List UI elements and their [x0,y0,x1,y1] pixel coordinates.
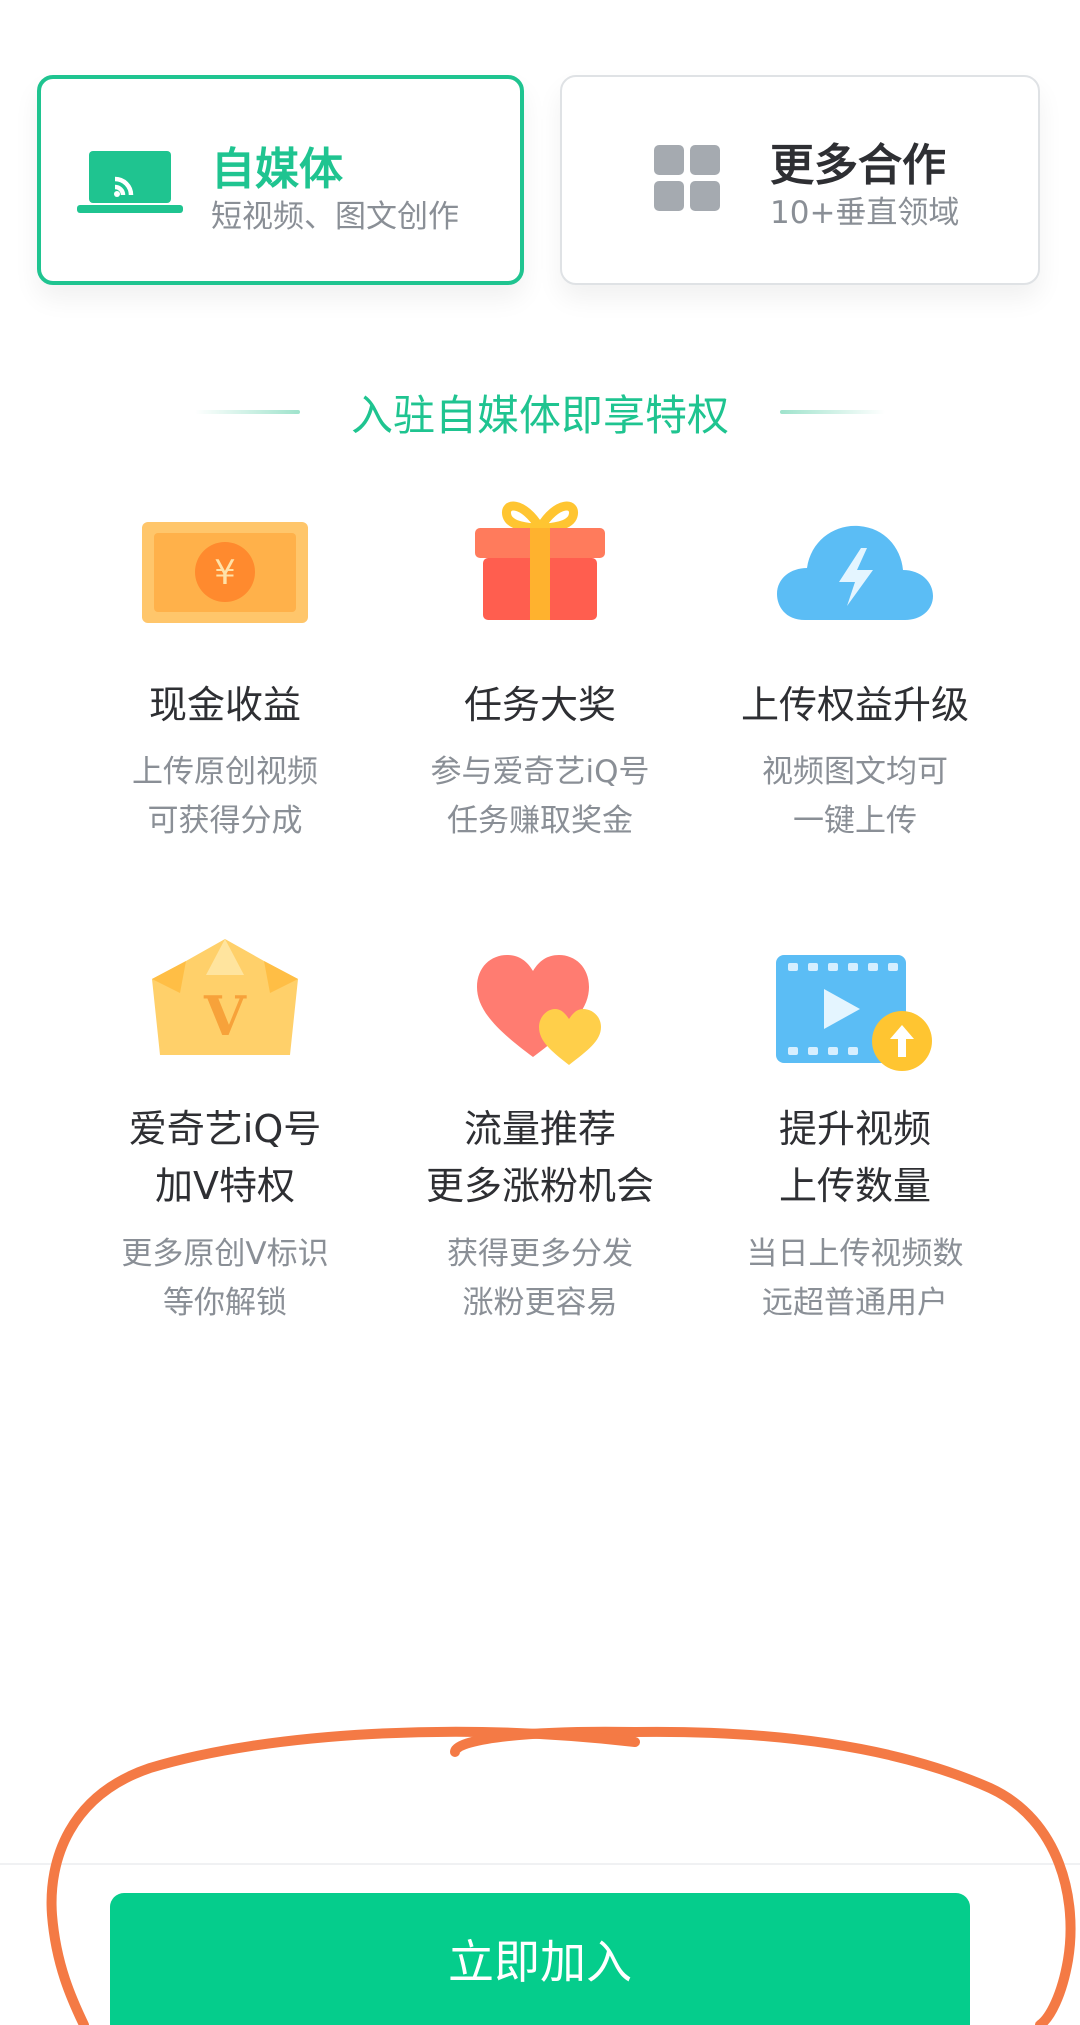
gift-icon [475,501,605,620]
cloud-lightning-icon [777,525,933,620]
tab-self-media[interactable]: 自媒体 短视频、图文创作 [37,75,524,285]
benefit-desc-line1: 更多原创V标识 [121,1236,329,1272]
benefit-desc-line2: 一键上传 [793,803,917,839]
benefit-desc-line2: 任务赚取奖金 [447,803,633,839]
footer-divider [0,1863,1080,1865]
benefit-title-line2: 上传数量 [778,1164,931,1208]
benefit-desc-line2: 远超普通用户 [762,1285,948,1321]
benefit-desc-line1: 获得更多分发 [447,1236,633,1272]
crown-icon: V [152,939,298,1055]
svg-text:V: V [203,984,247,1048]
benefit-title: 任务大奖 [463,683,616,727]
benefit-title-line2: 更多涨粉机会 [425,1164,654,1208]
benefit-desc-line2: 等你解锁 [163,1285,287,1321]
video-upload-icon [776,955,932,1071]
benefit-desc-line2: 涨粉更容易 [462,1285,618,1321]
benefit-title-line2: 加V特权 [155,1164,295,1208]
laptop-cast-icon [77,151,183,213]
hearts-icon [477,955,601,1065]
benefit-desc-line1: 参与爱奇艺iQ号 [430,754,650,790]
tab-more-cooperation-subtitle: 10+垂直领域 [770,195,960,231]
tab-self-media-subtitle: 短视频、图文创作 [211,199,459,235]
benefit-desc-line1: 视频图文均可 [762,754,948,790]
benefit-title: 上传权益升级 [740,683,969,727]
svg-text:¥: ¥ [214,553,236,593]
cash-bill-icon: ¥ [142,522,308,623]
benefit-desc-line1: 当日上传视频数 [746,1236,964,1272]
benefit-title-line1: 提升视频 [778,1107,931,1151]
tab-more-cooperation[interactable]: 更多合作 10+垂直领域 [560,75,1040,285]
section-header: 入驻自媒体即享特权 [0,380,1080,440]
benefit-title-line1: 流量推荐 [463,1107,616,1151]
grid-icon [654,145,720,211]
tab-more-cooperation-title: 更多合作 [770,140,946,191]
tab-self-media-title: 自媒体 [211,144,343,195]
benefit-desc-line1: 上传原创视频 [132,754,318,790]
section-divider-right [780,410,885,414]
join-now-button[interactable]: 立即加入 [110,1893,970,2025]
benefit-desc-line2: 可获得分成 [147,803,303,839]
benefit-title-line1: 爱奇艺iQ号 [128,1107,322,1151]
benefit-title: 现金收益 [148,683,301,727]
section-title: 入驻自媒体即享特权 [350,391,729,440]
